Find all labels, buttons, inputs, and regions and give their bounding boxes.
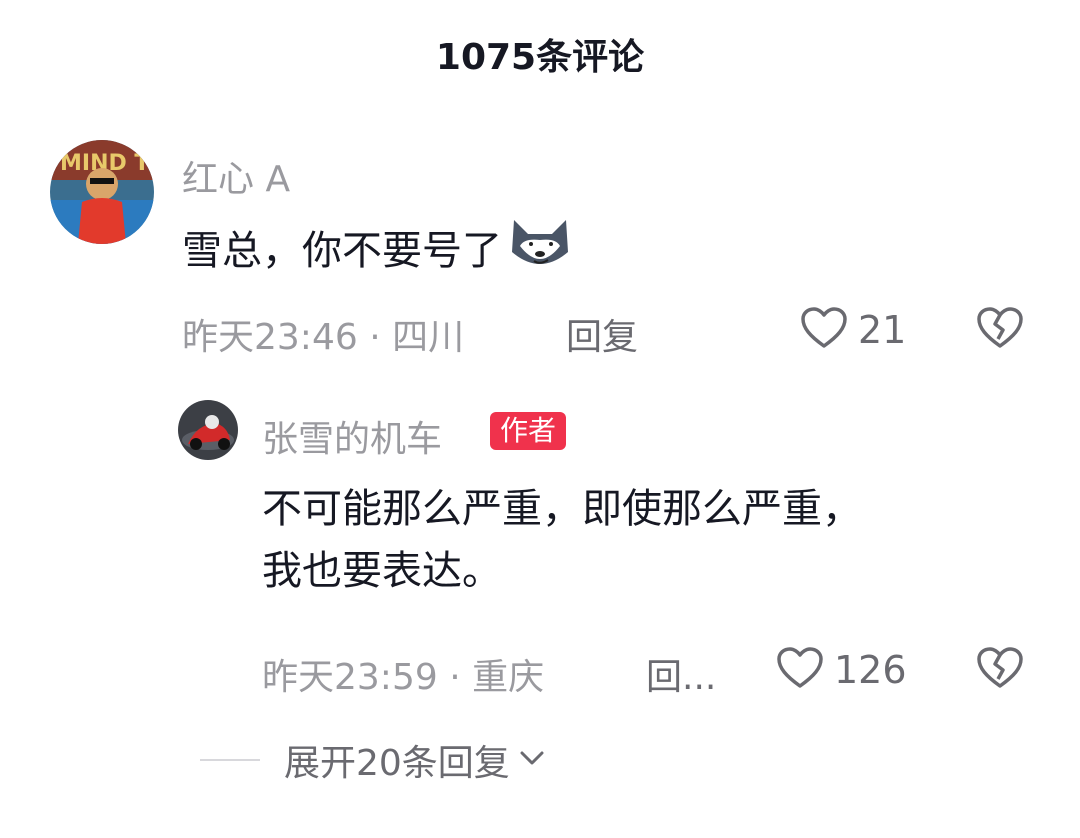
avatar[interactable]: MIND THE [50, 140, 154, 244]
reply-like-count: 126 [834, 648, 907, 692]
comment-body: 雪总，你不要号了 [182, 228, 502, 274]
expand-replies-label[interactable]: 展开20条回复 [284, 734, 510, 786]
broken-heart-icon[interactable] [976, 646, 1024, 694]
like-button[interactable]: 21 [800, 306, 906, 354]
reply-text-line-1: 不可能那么严重，即使那么严重， [262, 486, 862, 532]
broken-heart-icon[interactable] [976, 306, 1024, 354]
comments-count-title: 1075条评论 [435, 37, 645, 78]
reply-reply-button[interactable]: 回... [646, 648, 716, 700]
author-badge: 作者 [490, 412, 567, 450]
reply-time-location: 昨天23:59 · 重庆 [262, 657, 545, 698]
reply-avatar[interactable] [178, 400, 238, 460]
reply-like-button[interactable]: 126 [776, 646, 907, 694]
comments-panel: 1075条评论 MIND THE 红心 A 雪总，你不要号了 [0, 0, 1080, 838]
reply-button[interactable]: 回复 [566, 308, 638, 360]
heart-icon [800, 306, 848, 354]
reply-username[interactable]: 张雪的机车 [262, 410, 442, 462]
divider-line [200, 759, 260, 761]
comment-text: 雪总，你不要号了 [182, 212, 574, 294]
reply-text: 不可能那么严重，即使那么严重， 我也要表达。 [262, 478, 862, 602]
heart-icon [776, 646, 824, 694]
expand-replies[interactable]: 展开20条回复 [200, 734, 546, 786]
husky-smirk-emoji-icon [506, 212, 574, 294]
chevron-down-icon[interactable] [518, 748, 546, 772]
like-count: 21 [858, 308, 907, 352]
comment-time-location: 昨天23:46 · 四川 [182, 317, 465, 358]
comment-username[interactable]: 红心 A [182, 150, 290, 202]
reply-text-line-2: 我也要表达。 [262, 548, 502, 594]
